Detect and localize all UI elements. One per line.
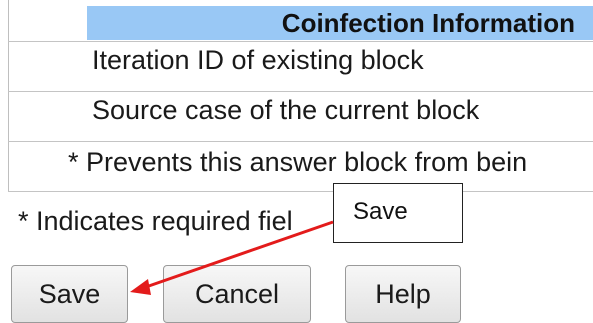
arrow-head: [130, 279, 151, 295]
screenshot-stage: Coinfection Information Iteration ID of …: [0, 0, 593, 323]
help-button[interactable]: Help: [345, 265, 461, 323]
source-case-label: Source case of the current block: [92, 95, 480, 125]
row-divider: [8, 91, 593, 92]
cancel-button[interactable]: Cancel: [163, 265, 311, 323]
save-button[interactable]: Save: [11, 265, 128, 323]
row-divider: [8, 141, 593, 142]
save-callout-box: Save: [333, 183, 463, 243]
iteration-id-label: Iteration ID of existing block: [92, 45, 424, 75]
row-divider: [8, 41, 593, 42]
required-fields-note: * Indicates required fiel: [18, 206, 293, 236]
row-divider: [8, 191, 593, 192]
prevents-answer-block-note: * Prevents this answer block from bein: [68, 147, 528, 177]
section-header: Coinfection Information: [87, 6, 593, 40]
